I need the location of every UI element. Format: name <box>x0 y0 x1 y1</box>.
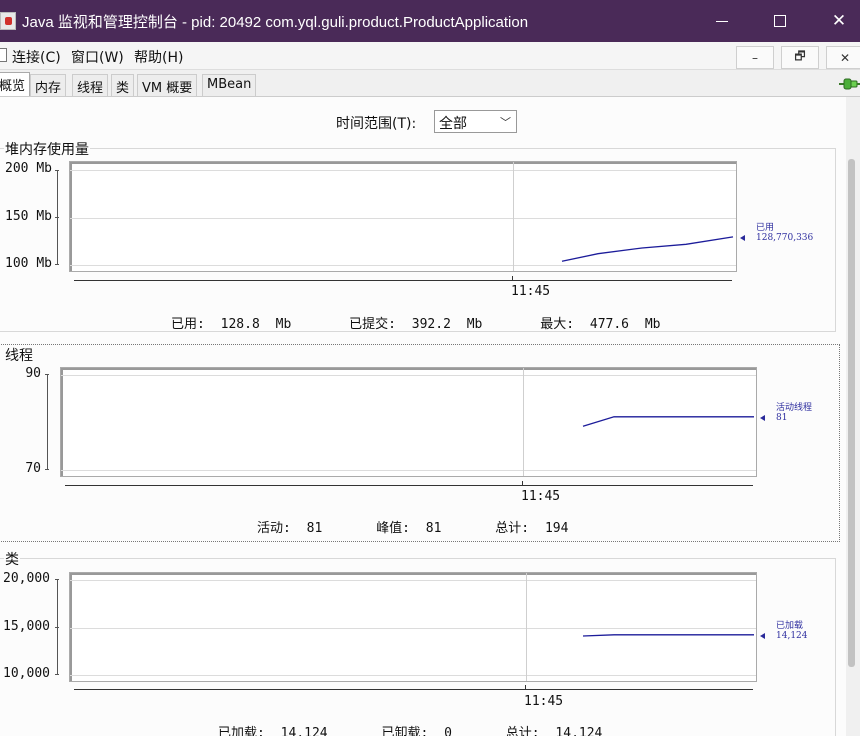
classes-loaded-series <box>582 634 754 637</box>
classes-legend: 已加载 14,124 <box>776 621 808 641</box>
classes-legend-value: 14,124 <box>776 631 808 641</box>
classes-legend-label: 已加载 <box>776 621 804 631</box>
classes-xtick-label: 11:45 <box>524 694 564 709</box>
legend-arrow-icon <box>760 633 765 639</box>
series-line <box>582 634 754 637</box>
classes-total-value: 14,124 <box>555 726 603 736</box>
classes-unloaded-label: 已卸载: <box>381 726 429 736</box>
classes-xtick <box>525 685 526 690</box>
classes-unloaded-value: 0 <box>444 726 452 736</box>
classes-loaded-label: 已加载: <box>218 726 265 736</box>
classes-x-axis <box>74 689 753 690</box>
classes-loaded-value: 14,124 <box>280 726 328 736</box>
classes-stats: 已加载: 14,124 已卸载: 0 总计: 14,124 <box>218 722 602 736</box>
classes-total-label: 总计: <box>505 726 540 736</box>
